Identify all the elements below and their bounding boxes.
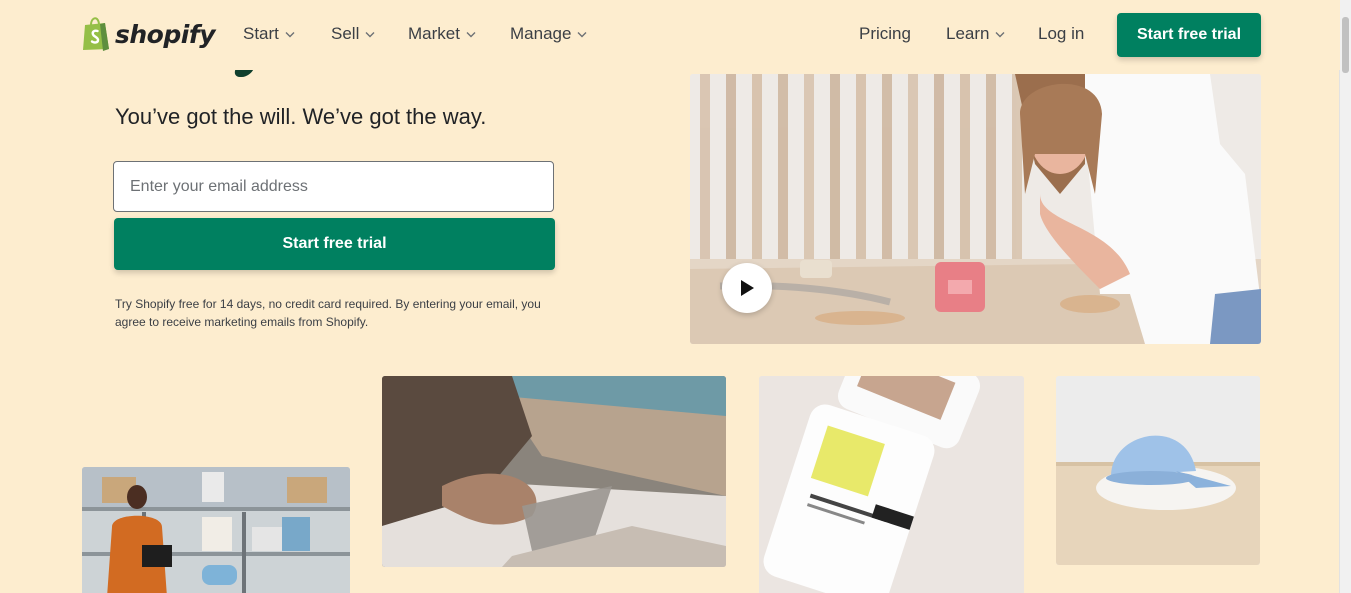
email-input[interactable] <box>113 161 554 212</box>
chevron-down-icon <box>577 31 587 37</box>
start-trial-button[interactable]: Start free trial <box>114 218 555 270</box>
hero-video[interactable] <box>690 74 1261 344</box>
warehouse-photo <box>82 467 350 593</box>
chevron-down-icon <box>466 31 476 37</box>
nav-start[interactable]: Start <box>243 24 295 44</box>
nav-manage[interactable]: Manage <box>510 24 587 44</box>
logo-wordmark: shopify <box>115 19 216 49</box>
woodworking-photo-artwork <box>382 376 726 567</box>
nav-sell-label: Sell <box>331 24 360 43</box>
shopify-logo[interactable]: shopify <box>81 16 216 52</box>
nav-market-label: Market <box>408 24 460 43</box>
nav-pricing[interactable]: Pricing <box>859 24 911 44</box>
nav-learn-label: Learn <box>946 24 990 43</box>
warehouse-photo-artwork <box>82 467 350 593</box>
nav-learn[interactable]: Learn <box>946 24 1005 44</box>
mobile-store-photo <box>759 376 1024 593</box>
hero-video-artwork <box>690 74 1261 344</box>
page-scrollbar[interactable] <box>1339 0 1351 593</box>
nav-login-label: Log in <box>1038 24 1085 43</box>
blue-cap-photo-artwork <box>1056 376 1260 565</box>
nav-login[interactable]: Log in <box>1038 24 1084 44</box>
header-start-trial-button[interactable]: Start free trial <box>1117 13 1261 57</box>
chevron-down-icon <box>365 31 375 37</box>
nav-market[interactable]: Market <box>408 24 476 44</box>
nav-start-label: Start <box>243 24 279 43</box>
nav-manage-label: Manage <box>510 24 572 43</box>
top-navigation: shopify Start Sell Market Manage Pricing… <box>0 0 1340 70</box>
nav-pricing-label: Pricing <box>859 24 911 43</box>
hero-tagline: You’ve got the will. We’ve got the way. <box>115 104 487 129</box>
trial-disclaimer: Try Shopify free for 14 days, no credit … <box>115 297 541 329</box>
page: shopify Start Sell Market Manage Pricing… <box>0 0 1351 593</box>
play-button[interactable] <box>722 263 772 313</box>
woodworking-photo <box>382 376 726 567</box>
play-icon <box>741 280 754 296</box>
blue-cap-photo <box>1056 376 1260 565</box>
nav-sell[interactable]: Sell <box>331 24 375 44</box>
shopify-bag-icon <box>83 17 109 51</box>
scrollbar-thumb[interactable] <box>1342 17 1349 73</box>
chevron-down-icon <box>995 31 1005 37</box>
chevron-down-icon <box>285 31 295 37</box>
mobile-store-photo-artwork <box>759 376 1024 593</box>
